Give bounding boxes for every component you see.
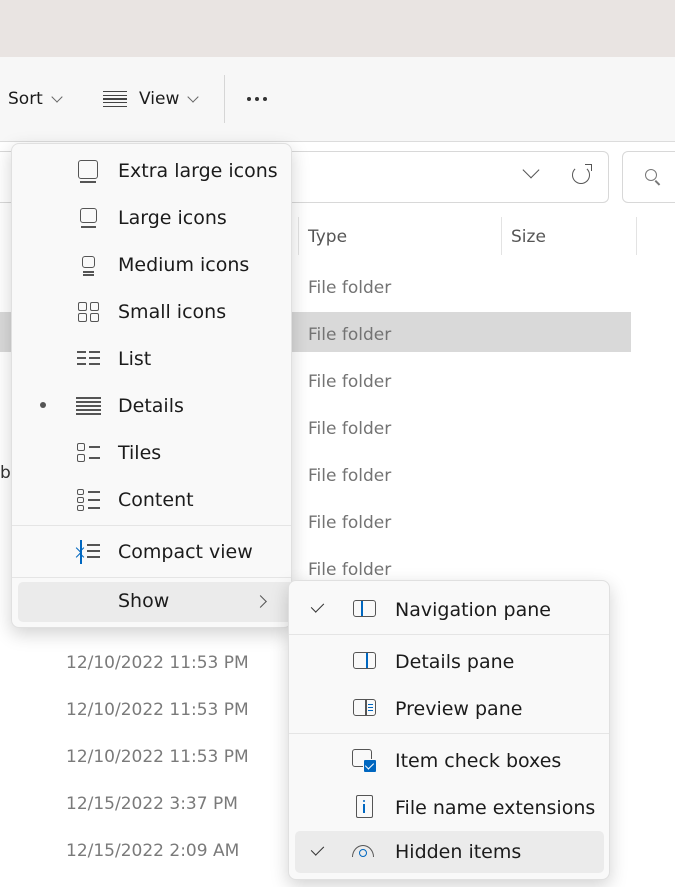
menu-item-hidden-items[interactable]: Hidden items	[295, 831, 604, 873]
content-icon	[76, 489, 100, 511]
menu-item-file-name-extensions[interactable]: File name extensions	[289, 784, 609, 831]
menu-item-show[interactable]: Show	[18, 582, 294, 622]
preview-pane-icon	[351, 697, 377, 719]
menu-item-label: Details	[118, 394, 184, 417]
menu-item-label: Item check boxes	[395, 750, 562, 772]
menu-item-label: List	[118, 347, 152, 370]
row-type-cell: File folder	[308, 418, 392, 439]
details-view-icon	[103, 91, 127, 107]
column-divider[interactable]	[636, 217, 637, 255]
menu-item-list[interactable]: List	[12, 335, 291, 382]
view-label: View	[139, 89, 180, 109]
menu-item-details[interactable]: Details	[12, 382, 291, 429]
row-date-cell: 12/10/2022 11:53 PM	[66, 747, 249, 767]
chevron-down-icon	[187, 90, 200, 103]
menu-item-navigation-pane[interactable]: Navigation pane	[289, 586, 609, 633]
row-date-cell: 12/10/2022 11:53 PM	[66, 700, 249, 720]
extra-large-icons-icon	[76, 160, 100, 183]
hidden-items-icon	[351, 841, 377, 863]
compact-view-icon	[75, 540, 100, 564]
small-icons-icon	[76, 301, 100, 323]
menu-item-label: Compact view	[118, 540, 253, 563]
view-menu: Extra large icons Large icons Medium ico…	[11, 143, 294, 628]
menu-item-content[interactable]: Content	[12, 476, 291, 523]
chevron-right-icon	[254, 595, 267, 608]
menu-item-label: Show	[118, 590, 170, 612]
column-divider[interactable]	[298, 217, 299, 255]
menu-item-label: Large icons	[118, 206, 227, 229]
menu-divider	[12, 577, 291, 578]
item-check-boxes-icon	[351, 749, 377, 773]
selected-bullet-icon	[40, 402, 46, 408]
menu-item-tiles[interactable]: Tiles	[12, 429, 291, 476]
more-options-button[interactable]	[247, 57, 267, 141]
menu-item-compact-view[interactable]: Compact view	[12, 528, 291, 575]
details-pane-icon	[351, 650, 377, 672]
column-header-size[interactable]: Size	[511, 218, 546, 256]
row-date-cell: 12/15/2022 2:09 AM	[66, 841, 240, 861]
menu-divider	[12, 525, 291, 526]
navigation-pane-icon	[351, 598, 377, 620]
search-icon	[645, 169, 657, 181]
row-date-cell: 12/15/2022 3:37 PM	[66, 794, 238, 814]
menu-item-label: Extra large icons	[118, 159, 278, 182]
checkmark-icon	[310, 599, 325, 613]
menu-divider	[289, 634, 609, 635]
file-name-extensions-icon	[351, 795, 377, 818]
menu-item-label: Preview pane	[395, 698, 523, 720]
menu-item-label: Content	[118, 488, 194, 511]
menu-item-details-pane[interactable]: Details pane	[289, 638, 609, 685]
menu-item-medium-icons[interactable]: Medium icons	[12, 241, 291, 288]
row-type-cell: File folder	[308, 465, 392, 486]
menu-item-item-check-boxes[interactable]: Item check boxes	[289, 737, 609, 784]
row-date-cell: 12/10/2022 11:53 PM	[66, 653, 249, 673]
menu-divider	[289, 733, 609, 734]
more-options-icon	[247, 97, 267, 101]
chevron-down-icon	[51, 90, 63, 103]
list-icon	[76, 348, 100, 370]
row-type-cell: File folder	[308, 324, 392, 345]
row-type-cell: File folder	[308, 277, 392, 298]
file-name-fragment: b	[0, 463, 11, 483]
menu-item-large-icons[interactable]: Large icons	[12, 194, 291, 241]
sort-label: Sort	[8, 89, 43, 109]
checkmark-icon	[310, 842, 325, 856]
menu-item-preview-pane[interactable]: Preview pane	[289, 685, 609, 732]
menu-item-label: File name extensions	[395, 797, 596, 819]
menu-item-label: Details pane	[395, 651, 515, 673]
toolbar-divider	[224, 75, 225, 123]
menu-item-label: Tiles	[118, 441, 162, 464]
menu-item-label: Medium icons	[118, 253, 250, 276]
menu-item-label: Hidden items	[395, 841, 522, 863]
row-type-cell: File folder	[308, 512, 392, 533]
medium-icons-icon	[76, 254, 100, 276]
row-type-cell: File folder	[308, 371, 392, 392]
menu-item-extra-large-icons[interactable]: Extra large icons	[12, 147, 291, 194]
menu-item-small-icons[interactable]: Small icons	[12, 288, 291, 335]
tiles-icon	[76, 442, 100, 464]
title-bar	[0, 0, 675, 57]
menu-item-label: Navigation pane	[395, 599, 551, 621]
command-bar: Sort View	[0, 57, 675, 142]
large-icons-icon	[76, 207, 100, 229]
sort-button[interactable]: Sort	[8, 57, 63, 141]
column-divider[interactable]	[501, 217, 502, 255]
view-button[interactable]: View	[103, 57, 200, 141]
refresh-icon[interactable]	[572, 164, 592, 184]
show-submenu: Navigation pane Details pane Preview pan…	[288, 580, 610, 880]
details-icon	[76, 395, 101, 417]
menu-item-label: Small icons	[118, 300, 227, 323]
column-header-type[interactable]: Type	[308, 218, 347, 256]
